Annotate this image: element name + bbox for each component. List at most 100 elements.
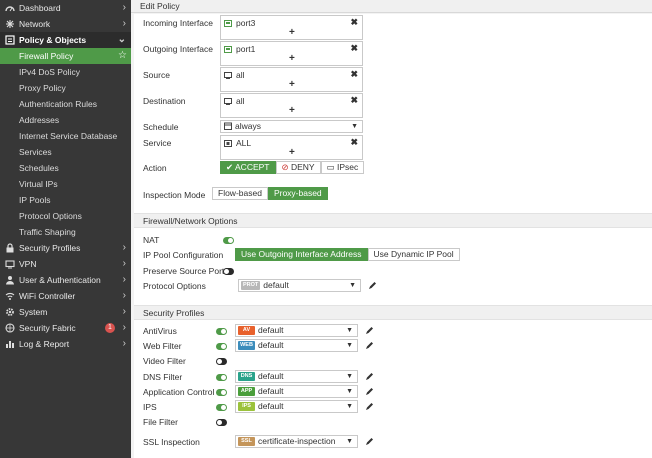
application-control-profile-select[interactable]: APP default ▼ [235,385,358,398]
schedule-select[interactable]: always ▼ [220,120,363,133]
ssl-inspection-profile-select[interactable]: SSL certificate-inspection ▼ [235,435,358,448]
chevron-right-icon: › [122,290,126,301]
ips-profile-select[interactable]: IPS default ▼ [235,400,358,413]
add-icon[interactable]: + [289,80,295,90]
sidebar-item-ip-pools[interactable]: IP Pools [0,192,131,208]
sidebar-item-network[interactable]: Network › [0,16,131,32]
schedule-value: always [235,121,261,131]
antivirus-profile-select[interactable]: AV default ▼ [235,324,358,337]
close-icon[interactable]: ✖ [350,17,358,28]
antivirus-toggle[interactable] [216,328,227,335]
source-value: all [236,70,245,80]
sidebar: Dashboard › Network › Policy & Objects ⌄… [0,0,131,458]
file-filter-toggle[interactable] [216,419,227,426]
web-filter-toggle[interactable] [216,343,227,350]
incoming-interface-field[interactable]: port3 ✖ + [220,15,363,40]
dns-filter-label: DNS Filter [143,372,183,382]
ip-pool-dynamic-button[interactable]: Use Dynamic IP Pool [367,248,460,261]
sidebar-item-protocol-options[interactable]: Protocol Options [0,208,131,224]
toggle-knob [224,269,229,274]
sidebar-item-addresses[interactable]: Addresses [0,112,131,128]
close-icon[interactable]: ✖ [350,69,358,80]
application-control-toggle[interactable] [216,389,227,396]
sidebar-item-label: IP Pools [19,195,51,205]
dns-filter-toggle[interactable] [216,374,227,381]
sidebar-item-label: Network [19,19,51,29]
schedule-icon [224,122,232,130]
inspection-mode-label: Inspection Mode [143,190,206,200]
sidebar-item-traffic-shaping[interactable]: Traffic Shaping [0,224,131,240]
close-icon[interactable]: ✖ [350,137,358,148]
close-icon[interactable]: ✖ [350,95,358,106]
sidebar-item-system[interactable]: System › [0,304,131,320]
ip-pool-outgoing-button[interactable]: Use Outgoing Interface Address [235,248,368,261]
application-control-tag: APP [238,387,255,396]
edit-pencil-icon[interactable] [365,372,374,381]
inspection-proxy-button[interactable]: Proxy-based [267,187,328,200]
protocol-options-label: Protocol Options [143,281,206,291]
action-ipsec-button[interactable]: ▭ IPsec [320,161,365,174]
ssl-inspection-label: SSL Inspection [143,437,200,447]
star-icon[interactable]: ☆ [118,48,127,64]
chevron-right-icon: › [122,322,126,333]
ips-toggle[interactable] [216,404,227,411]
antivirus-tag: AV [238,326,255,335]
video-filter-toggle[interactable] [216,358,227,365]
toggle-knob [221,390,226,395]
sidebar-item-security-profiles[interactable]: Security Profiles › [0,240,131,256]
nat-toggle[interactable] [223,237,234,244]
protocol-options-tag: PROT [241,281,261,290]
source-entry[interactable]: all [224,70,245,80]
policy-icon [5,35,15,45]
close-icon[interactable]: ✖ [350,43,358,54]
edit-pencil-icon[interactable] [365,341,374,350]
dns-filter-profile-select[interactable]: DNS default ▼ [235,370,358,383]
action-accept-button[interactable]: ✔ ACCEPT [220,161,276,174]
service-field[interactable]: ALL ✖ + [220,135,363,160]
sidebar-item-authentication-rules[interactable]: Authentication Rules [0,96,131,112]
edit-pencil-icon[interactable] [365,437,374,446]
add-icon[interactable]: + [289,106,295,116]
add-icon[interactable]: + [289,28,295,38]
web-filter-profile-select[interactable]: WEB default ▼ [235,339,358,352]
sidebar-item-user-authentication[interactable]: User & Authentication › [0,272,131,288]
protocol-options-select[interactable]: PROT default ▼ [238,279,361,292]
sidebar-item-firewall-policy[interactable]: Firewall Policy ☆ [0,48,131,64]
sidebar-item-label: Firewall Policy [19,51,74,61]
toggle-knob [221,329,226,334]
destination-entry[interactable]: all [224,96,245,106]
inspection-flow-button[interactable]: Flow-based [212,187,268,200]
service-entry[interactable]: ALL [224,138,251,148]
chevron-right-icon: › [122,2,126,13]
incoming-interface-entry[interactable]: port3 [224,18,255,28]
sidebar-item-vpn[interactable]: VPN › [0,256,131,272]
sidebar-item-log-report[interactable]: Log & Report › [0,336,131,352]
user-icon [6,276,14,285]
outgoing-interface-entry[interactable]: port1 [224,44,255,54]
sidebar-item-ipv4-dos-policy[interactable]: IPv4 DoS Policy [0,64,131,80]
web-filter-value: default [258,340,284,350]
destination-field[interactable]: all ✖ + [220,93,363,118]
edit-pencil-icon[interactable] [365,402,374,411]
action-deny-button[interactable]: ⊘ DENY [275,161,321,174]
edit-pencil-icon[interactable] [365,326,374,335]
outgoing-interface-field[interactable]: port1 ✖ + [220,41,363,66]
sidebar-item-dashboard[interactable]: Dashboard › [0,0,131,16]
sidebar-item-label: IPv4 DoS Policy [19,67,80,77]
sidebar-item-virtual-ips[interactable]: Virtual IPs [0,176,131,192]
source-field[interactable]: all ✖ + [220,67,363,92]
sidebar-item-wifi-controller[interactable]: WiFi Controller › [0,288,131,304]
sidebar-item-policy-objects[interactable]: Policy & Objects ⌄ [0,32,131,48]
sidebar-item-proxy-policy[interactable]: Proxy Policy [0,80,131,96]
add-icon[interactable]: + [289,54,295,64]
ip-pool-configuration-toggle: Use Outgoing Interface Address Use Dynam… [235,248,460,261]
edit-pencil-icon[interactable] [368,281,377,290]
preserve-source-port-toggle[interactable] [223,268,234,275]
sidebar-item-internet-service-database[interactable]: Internet Service Database [0,128,131,144]
sidebar-item-schedules[interactable]: Schedules [0,160,131,176]
edit-pencil-icon[interactable] [365,387,374,396]
sidebar-item-security-fabric[interactable]: Security Fabric 1 › [0,320,131,336]
sidebar-item-services[interactable]: Services [0,144,131,160]
incoming-interface-value: port3 [236,18,256,28]
add-icon[interactable]: + [289,148,295,158]
